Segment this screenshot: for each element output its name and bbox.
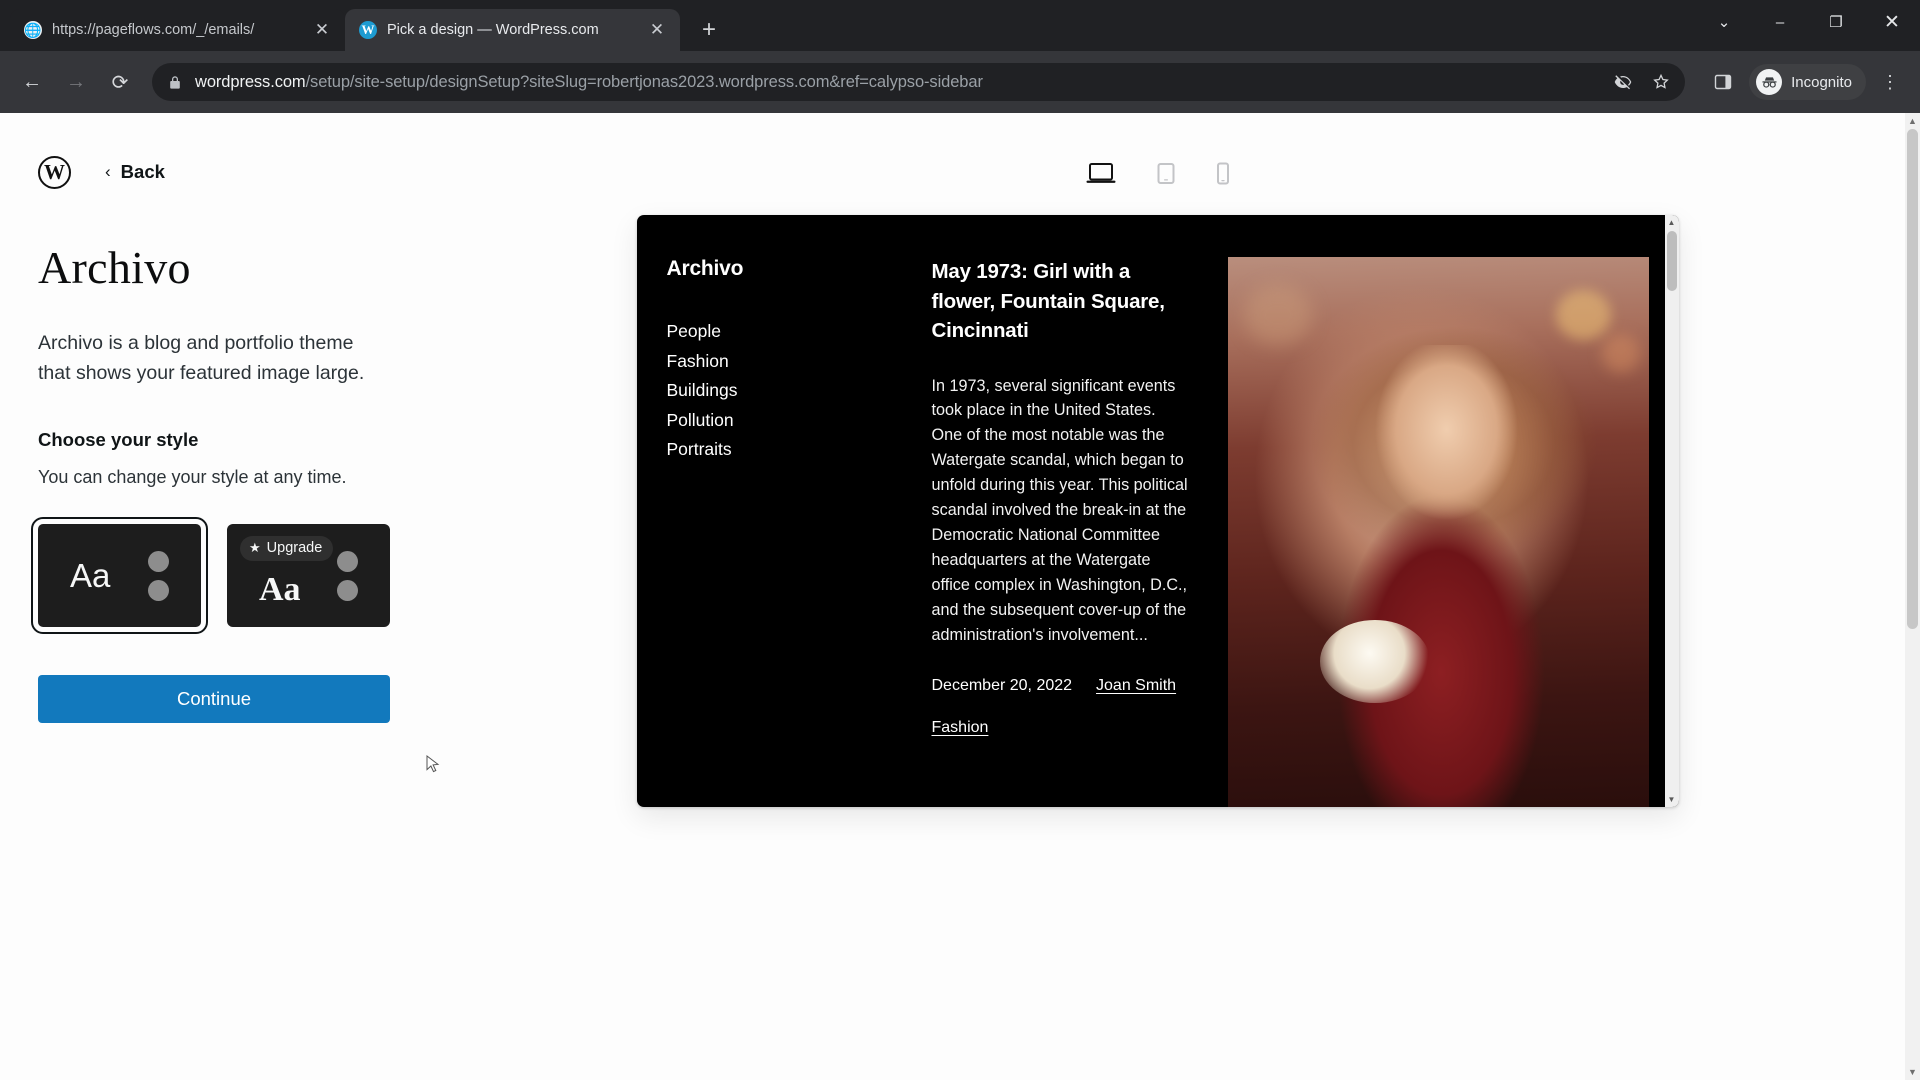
close-icon[interactable]: ✕ bbox=[646, 19, 668, 41]
preview-article: May 1973: Girl with a flower, Fountain S… bbox=[932, 257, 1196, 807]
star-icon: ★ bbox=[249, 540, 261, 556]
site-navigation: Archivo People Fashion Buildings Polluti… bbox=[667, 257, 932, 807]
style-sample-text: Aa bbox=[259, 571, 301, 609]
lock-icon bbox=[168, 75, 183, 90]
site-brand: Archivo bbox=[666, 257, 744, 280]
style-section-subtitle: You can change your style at any time. bbox=[38, 467, 347, 488]
article-category-link[interactable]: Fashion bbox=[932, 719, 1190, 737]
url-text: wordpress.com/setup/site-setup/designSet… bbox=[195, 73, 983, 92]
forward-icon[interactable]: → bbox=[56, 62, 96, 102]
preview-scrollbar[interactable]: ▲ ▼ bbox=[1664, 215, 1679, 807]
continue-button[interactable]: Continue bbox=[38, 675, 390, 724]
mobile-icon[interactable] bbox=[1214, 160, 1232, 188]
star-icon[interactable] bbox=[1651, 72, 1671, 92]
page-viewport: W ‹ Back Archivo Archivo is a blog and p… bbox=[0, 113, 1920, 1080]
article-title: May 1973: Girl with a flower, Fountain S… bbox=[931, 260, 1165, 343]
tab-title: https://pageflows.com/_/emails/ bbox=[52, 22, 255, 38]
close-window-button[interactable]: ✕ bbox=[1864, 0, 1920, 44]
reload-icon[interactable]: ⟳ bbox=[100, 62, 140, 102]
article-date: December 20, 2022 bbox=[931, 676, 1073, 694]
close-icon[interactable]: ✕ bbox=[311, 19, 333, 41]
design-preview-pane: Archivo People Fashion Buildings Polluti… bbox=[440, 113, 1920, 1080]
article-excerpt: In 1973, several significant events took… bbox=[931, 376, 1188, 644]
back-button[interactable]: ‹ Back bbox=[105, 161, 165, 183]
image-detail bbox=[1320, 620, 1430, 703]
minimize-button[interactable]: – bbox=[1752, 0, 1808, 44]
browser-toolbar: ← → ⟳ wordpress.com/setup/site-setup/des… bbox=[0, 51, 1920, 113]
color-dot bbox=[337, 550, 358, 572]
article-meta: December 20, 2022 Joan Smith bbox=[932, 677, 1190, 695]
style-option-premium[interactable]: ★ Upgrade Aa bbox=[227, 524, 390, 628]
back-icon[interactable]: ← bbox=[12, 62, 52, 102]
globe-icon: 🌐 bbox=[24, 21, 42, 39]
browser-tab-pageflows[interactable]: 🌐 https://pageflows.com/_/emails/ ✕ bbox=[10, 9, 345, 51]
site-menu-item-fashion[interactable]: Fashion bbox=[667, 351, 932, 372]
chevron-down-icon[interactable]: ⌄ bbox=[1696, 0, 1752, 44]
profile-chip-incognito[interactable]: Incognito bbox=[1749, 64, 1866, 100]
address-bar[interactable]: wordpress.com/setup/site-setup/designSet… bbox=[152, 63, 1686, 101]
toolbar-right: Incognito ⋮ bbox=[1703, 62, 1908, 102]
scroll-down-icon[interactable]: ▼ bbox=[1908, 1064, 1917, 1080]
wordpress-icon: W bbox=[359, 21, 377, 39]
scrollbar-thumb[interactable] bbox=[1907, 129, 1918, 629]
site-menu-item-pollution[interactable]: Pollution bbox=[667, 410, 932, 431]
upgrade-label: Upgrade bbox=[266, 540, 323, 557]
chevron-left-icon: ‹ bbox=[105, 162, 111, 181]
upgrade-badge: ★ Upgrade bbox=[240, 536, 334, 562]
tab-strip: 🌐 https://pageflows.com/_/emails/ ✕ W Pi… bbox=[0, 0, 1920, 51]
page-title: Archivo bbox=[38, 242, 191, 293]
side-panel-icon[interactable] bbox=[1703, 62, 1743, 102]
image-subject bbox=[1311, 345, 1582, 807]
browser-window: 🌐 https://pageflows.com/_/emails/ ✕ W Pi… bbox=[0, 0, 1920, 1080]
site-menu-item-portraits[interactable]: Portraits bbox=[667, 439, 932, 460]
page-scrollbar[interactable]: ▲ ▼ bbox=[1905, 113, 1920, 1080]
color-dot bbox=[337, 579, 358, 601]
site-preview-frame[interactable]: Archivo People Fashion Buildings Polluti… bbox=[636, 215, 1679, 807]
scroll-down-icon[interactable]: ▼ bbox=[1668, 792, 1676, 807]
browser-tab-wordpress[interactable]: W Pick a design — WordPress.com ✕ bbox=[345, 9, 680, 51]
wordpress-logo-icon: W bbox=[38, 155, 71, 189]
theme-description: Archivo is a blog and portfolio theme th… bbox=[38, 332, 365, 385]
kebab-menu-icon[interactable]: ⋮ bbox=[1872, 64, 1908, 100]
eye-slash-icon[interactable] bbox=[1613, 72, 1633, 92]
style-sample-text: Aa bbox=[70, 556, 111, 594]
mouse-cursor bbox=[426, 754, 440, 775]
tab-title: Pick a design — WordPress.com bbox=[387, 22, 599, 38]
design-sidebar: W ‹ Back Archivo Archivo is a blog and p… bbox=[0, 113, 440, 1080]
style-option-default[interactable]: Aa bbox=[31, 517, 208, 635]
style-color-dots bbox=[148, 550, 169, 601]
scroll-up-icon[interactable]: ▲ bbox=[1668, 215, 1676, 230]
site-menu: People Fashion Buildings Pollution Portr… bbox=[667, 321, 932, 460]
style-color-dots bbox=[337, 550, 358, 601]
color-dot bbox=[148, 550, 169, 572]
desktop-icon[interactable] bbox=[1084, 160, 1118, 188]
tablet-icon[interactable] bbox=[1154, 160, 1178, 188]
new-tab-button[interactable]: + bbox=[692, 13, 726, 47]
style-options: Aa ★ Upgrade Aa bbox=[31, 517, 400, 635]
sidebar-header: W ‹ Back bbox=[38, 155, 400, 189]
incognito-icon bbox=[1756, 69, 1783, 95]
site-menu-item-buildings[interactable]: Buildings bbox=[667, 380, 932, 401]
back-label: Back bbox=[120, 161, 165, 182]
color-dot bbox=[148, 579, 169, 601]
site-menu-item-people[interactable]: People bbox=[667, 321, 932, 342]
scroll-up-icon[interactable]: ▲ bbox=[1908, 113, 1917, 129]
style-section-title: Choose your style bbox=[38, 429, 199, 451]
omnibox-actions bbox=[1601, 72, 1671, 92]
profile-label: Incognito bbox=[1791, 73, 1852, 91]
article-featured-image bbox=[1227, 257, 1649, 807]
preview-site: Archivo People Fashion Buildings Polluti… bbox=[637, 215, 1679, 807]
device-toggle-group bbox=[1084, 153, 1232, 195]
window-controls: ⌄ – ❐ ✕ bbox=[1696, 0, 1920, 44]
url-host: wordpress.com bbox=[195, 72, 306, 91]
article-author-link[interactable]: Joan Smith bbox=[1096, 677, 1176, 695]
scrollbar-thumb[interactable] bbox=[1666, 231, 1677, 291]
maximize-button[interactable]: ❐ bbox=[1808, 0, 1864, 44]
url-path: /setup/site-setup/designSetup?siteSlug=r… bbox=[305, 72, 983, 91]
